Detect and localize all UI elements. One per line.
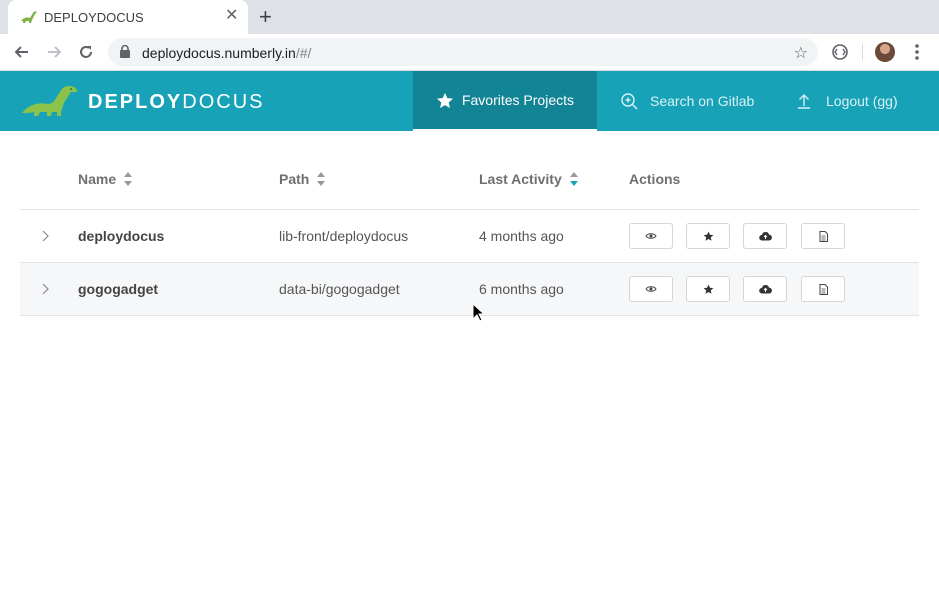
bookmark-star-icon[interactable]: ☆	[794, 43, 808, 63]
table-header: Name Path Last Activity Actions	[20, 131, 919, 210]
deploy-button[interactable]	[743, 276, 787, 302]
star-icon	[703, 231, 713, 241]
favorite-button[interactable]	[686, 276, 730, 302]
browser-tabstrip: DEPLOYDOCUS ✕ +	[0, 0, 939, 34]
new-tab-button[interactable]: +	[259, 6, 272, 28]
search-icon	[621, 93, 638, 110]
sort-icon[interactable]	[317, 172, 326, 186]
eye-icon	[645, 286, 657, 292]
table-row[interactable]: gogogadget data-bi/gogogadget 6 months a…	[20, 263, 919, 316]
cloud-upload-icon	[758, 284, 772, 294]
back-arrow-icon[interactable]	[12, 42, 32, 62]
extension-icon[interactable]	[831, 43, 849, 61]
project-last-activity: 6 months ago	[479, 281, 564, 297]
app-header: DEPLOYDOCUS Favorites Projects Search on…	[0, 71, 939, 131]
nav-search-gitlab[interactable]: Search on Gitlab	[620, 71, 754, 131]
projects-table: Name Path Last Activity Actions deploydo…	[20, 131, 919, 316]
chevron-right-icon[interactable]	[40, 230, 50, 242]
upload-icon	[798, 94, 810, 109]
chevron-right-icon[interactable]	[40, 283, 50, 295]
docs-button[interactable]	[801, 276, 845, 302]
project-path: data-bi/gogogadget	[279, 281, 400, 297]
column-header-name[interactable]: Name	[78, 171, 133, 187]
project-name[interactable]: deploydocus	[78, 228, 164, 244]
url-text: deploydocus.numberly.in/#/	[142, 45, 312, 61]
reload-icon[interactable]	[76, 42, 96, 62]
document-icon	[819, 230, 828, 242]
cloud-upload-icon	[758, 231, 772, 241]
view-button[interactable]	[629, 276, 673, 302]
star-icon	[436, 92, 453, 109]
brand-wordmark[interactable]: DEPLOYDOCUS	[88, 91, 264, 114]
star-icon	[703, 284, 713, 294]
lock-icon	[120, 45, 130, 58]
more-menu-icon[interactable]	[912, 42, 922, 62]
nav-logout[interactable]: Logout (gg)	[796, 71, 898, 131]
profile-avatar[interactable]	[875, 42, 895, 62]
eye-icon	[645, 233, 657, 239]
project-last-activity: 4 months ago	[479, 228, 564, 244]
deploy-button[interactable]	[743, 223, 787, 249]
column-header-actions: Actions	[629, 171, 681, 187]
project-path: lib-front/deploydocus	[279, 228, 409, 244]
column-header-path[interactable]: Path	[279, 171, 326, 187]
project-name[interactable]: gogogadget	[78, 281, 158, 297]
dinosaur-logo-icon[interactable]	[20, 85, 80, 117]
tab-title: DEPLOYDOCUS	[44, 10, 144, 25]
mouse-cursor-icon	[472, 303, 484, 322]
table-row[interactable]: deploydocus lib-front/deploydocus 4 mont…	[20, 210, 919, 263]
close-tab-icon[interactable]: ✕	[225, 8, 238, 24]
favorite-button[interactable]	[686, 223, 730, 249]
dino-favicon-icon	[21, 11, 37, 23]
browser-toolbar: deploydocus.numberly.in/#/ ☆	[0, 34, 939, 71]
docs-button[interactable]	[801, 223, 845, 249]
address-bar[interactable]: deploydocus.numberly.in/#/ ☆	[108, 38, 818, 66]
toolbar-divider	[862, 44, 863, 60]
nav-favorites-projects[interactable]: Favorites Projects	[413, 71, 597, 131]
sort-icon[interactable]	[124, 172, 133, 186]
browser-tab[interactable]: DEPLOYDOCUS ✕	[8, 0, 248, 34]
column-header-last-activity[interactable]: Last Activity	[479, 171, 578, 187]
document-icon	[819, 283, 828, 295]
forward-arrow-icon[interactable]	[44, 42, 64, 62]
sort-desc-icon[interactable]	[569, 172, 578, 186]
view-button[interactable]	[629, 223, 673, 249]
